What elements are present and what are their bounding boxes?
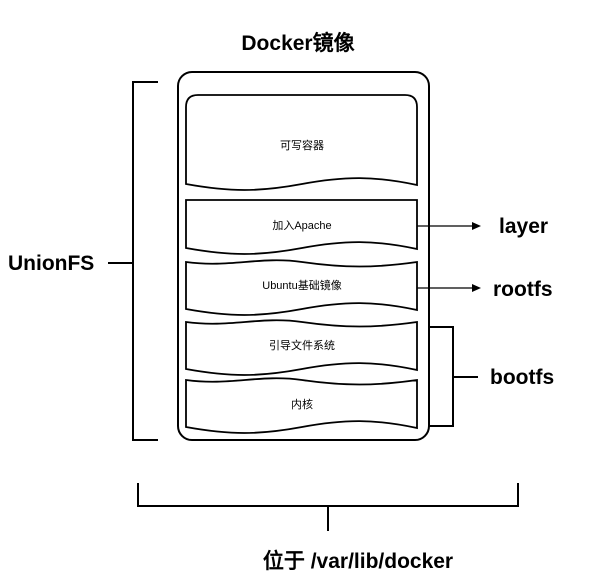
layer-label-right: layer <box>499 215 548 238</box>
layer-arrow-head <box>472 222 481 230</box>
layer-label: 引导文件系统 <box>269 338 335 352</box>
layer-label: 可写容器 <box>280 138 324 152</box>
docker-image-diagram: Docker镜像 可写容器 加入Apache Ubuntu基础镜像 引导文件系统… <box>8 31 554 573</box>
layer-label: 内核 <box>291 397 313 411</box>
layer-label: 加入Apache <box>272 219 331 232</box>
rootfs-arrow-head <box>472 284 481 292</box>
bootfs-bracket <box>428 326 478 427</box>
diagram-title: Docker镜像 <box>241 31 355 55</box>
unionfs-label: UnionFS <box>8 252 94 275</box>
location-bracket <box>137 483 519 531</box>
rootfs-label: rootfs <box>493 278 553 301</box>
layer-label: Ubuntu基础镜像 <box>262 278 341 292</box>
location-label: 位于 /var/lib/docker <box>263 549 453 573</box>
unionfs-bracket <box>108 81 158 441</box>
bootfs-label: bootfs <box>490 366 554 389</box>
